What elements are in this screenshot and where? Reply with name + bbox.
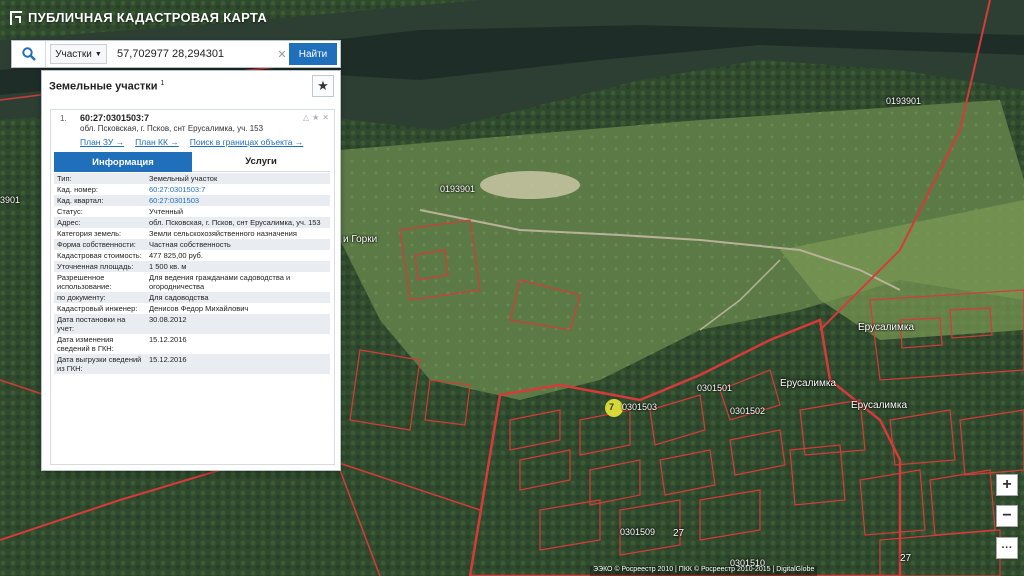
info-value: 477 825,00 руб. (149, 251, 203, 260)
search-icon[interactable] (12, 41, 46, 67)
info-row: Кадастровый инженер: Денисов Федор Михайл… (54, 303, 330, 314)
info-value: 1 500 кв. м (146, 261, 330, 272)
result-header: 1. 60:27:0301503:7 обл. Псковская, г. Пс… (51, 110, 334, 152)
map-attribution: ЭЭКО © Росреестр 2010 | ПКК © Росреестр … (590, 566, 818, 576)
block-number-label: 27 (673, 528, 685, 539)
info-row: Уточненная площадь: 1 500 кв. м (54, 261, 330, 272)
info-key: по документу: (54, 292, 146, 303)
info-key: Статус: (57, 207, 83, 216)
info-panel: Земельные участки 1 ★ 1. 60:27:0301503:7… (41, 70, 341, 471)
result-address: обл. Псковская, г. Псков, снт Ерусалимка… (80, 124, 264, 133)
quarter-label: 0193901 (886, 96, 922, 106)
tab-services[interactable]: Услуги (192, 152, 330, 172)
info-row: Дата изменения сведений в ГКН: 15.12.2016 (54, 334, 330, 354)
info-key: Кадастровая стоимость: (57, 251, 142, 260)
info-value: Земли сельскохозяйственного назначения (149, 229, 297, 238)
info-value: Для ведения гражданами садоводства и ого… (149, 273, 291, 291)
search-input[interactable] (107, 43, 275, 65)
info-value: Земельный участок (146, 173, 330, 184)
quarter-label: 0301503 (622, 402, 658, 412)
info-row: Адрес: обл. Псковская, г. Псков, снт Ерус… (54, 217, 330, 228)
info-key: Кад. квартал: (54, 195, 146, 206)
pkk-logo-icon (10, 10, 22, 25)
panel-title: Земельные участки 1 (49, 80, 164, 93)
info-row: Дата выгрузки сведений из ГКН: 15.12.2016 (54, 354, 330, 374)
info-row: Кадастровая стоимость: 477 825,00 руб. (54, 250, 330, 261)
info-key: Кадастровый инженер: (57, 304, 138, 313)
info-value: Для садоводства (146, 292, 330, 303)
info-row: Статус: Учтенный (54, 206, 330, 217)
info-table: Тип: Земельный участок Кад. номер: 60:27:03… (54, 173, 330, 374)
info-row: Категория земель: Земли сельскохозяйствен… (54, 228, 330, 239)
village-label: Ерусалимка (858, 322, 915, 333)
info-value: Учтенный (149, 207, 184, 216)
info-key: Тип: (54, 173, 146, 184)
result-icons: △ ★ ✕ (303, 113, 329, 122)
search-type-label: Участки (55, 48, 92, 60)
info-key: Форма собственности: (54, 239, 146, 250)
app-title: ПУБЛИЧНАЯ КАДАСТРОВАЯ КАРТА (28, 10, 268, 25)
quarter-label: 0301509 (620, 527, 656, 537)
tab-info[interactable]: Информация (54, 152, 192, 172)
info-value: 15.12.2016 (149, 335, 187, 344)
plan-kk-link[interactable]: План КК → (135, 137, 179, 147)
more-button[interactable]: ··· (996, 537, 1018, 559)
village-label: Ерусалимка (780, 378, 837, 389)
info-value[interactable]: 60:27:0301503:7 (146, 184, 330, 195)
cadastral-number[interactable]: 60:27:0301503:7 (80, 113, 149, 123)
info-row: по документу: Для садоводства (54, 292, 330, 303)
star-icon[interactable]: ★ (312, 75, 334, 97)
search-in-bounds-link[interactable]: Поиск в границах объекта → (190, 137, 304, 147)
info-key: Категория земель: (57, 229, 122, 238)
info-value: Частная собственность (146, 239, 330, 250)
info-row: Кад. квартал: 60:27:0301503 (54, 195, 330, 206)
warning-icon[interactable]: △ (303, 113, 309, 122)
clear-icon[interactable]: ✕ (275, 48, 289, 61)
result-number: 1. (60, 114, 67, 123)
info-key: Дата постановки на учет: (54, 314, 146, 334)
info-key: Уточненная площадь: (54, 261, 146, 272)
info-value: 15.12.2016 (146, 354, 330, 374)
info-row: Дата постановки на учет: 30.08.2012 (54, 314, 330, 334)
info-row: Тип: Земельный участок (54, 173, 330, 184)
plan-zu-link[interactable]: План ЗУ → (80, 137, 124, 147)
info-key: Кад. номер: (57, 185, 98, 194)
info-row: Кад. номер: 60:27:0301503:7 (54, 184, 330, 195)
panel-title-count: 1 (160, 79, 165, 87)
result-card: 1. 60:27:0301503:7 обл. Псковская, г. Пс… (50, 109, 335, 465)
quarter-label: 0301501 (697, 383, 733, 393)
info-key: Разрешенное использование: (57, 273, 112, 291)
quarter-label: 0301502 (730, 406, 766, 416)
village-label: и Горки (343, 234, 378, 245)
panel-header: Земельные участки 1 ★ (42, 71, 340, 101)
result-links: План ЗУ → План КК → Поиск в границах объ… (80, 137, 303, 147)
info-value: Денисов Федор Михайлович (149, 304, 249, 313)
quarter-label: 3901 (0, 195, 21, 205)
selected-parcel-marker[interactable]: 7 (609, 402, 614, 412)
info-row: Разрешенное использование: Для ведения гр… (54, 272, 330, 292)
info-row: Форма собственности: Частная собственност… (54, 239, 330, 250)
info-value: обл. Псковская, г. Псков, снт Ерусалимка… (146, 217, 330, 228)
close-icon[interactable]: ✕ (322, 113, 329, 122)
info-value[interactable]: 60:27:0301503 (146, 195, 330, 206)
star-icon[interactable]: ★ (312, 113, 319, 122)
search-type-select[interactable]: Участки ▼ (50, 44, 107, 64)
info-value: 30.08.2012 (146, 314, 330, 334)
info-key: Дата изменения сведений в ГКН: (57, 335, 114, 353)
quarter-label: 0193901 (440, 184, 476, 194)
village-label: Ерусалимка (851, 400, 908, 411)
panel-title-text: Земельные участки (49, 80, 158, 93)
tabs: Информация Услуги (54, 152, 330, 172)
search-bar: Участки ▼ ✕ Найти (11, 40, 341, 68)
zoom-in-button[interactable]: + (996, 474, 1018, 496)
app-header: ПУБЛИЧНАЯ КАДАСТРОВАЯ КАРТА (10, 10, 267, 25)
find-button[interactable]: Найти (289, 43, 337, 65)
chevron-down-icon: ▼ (94, 50, 102, 58)
block-number-label: 27 (900, 553, 912, 564)
zoom-out-button[interactable]: − (996, 505, 1018, 527)
info-key: Дата выгрузки сведений из ГКН: (54, 354, 146, 374)
info-key: Адрес: (54, 217, 146, 228)
